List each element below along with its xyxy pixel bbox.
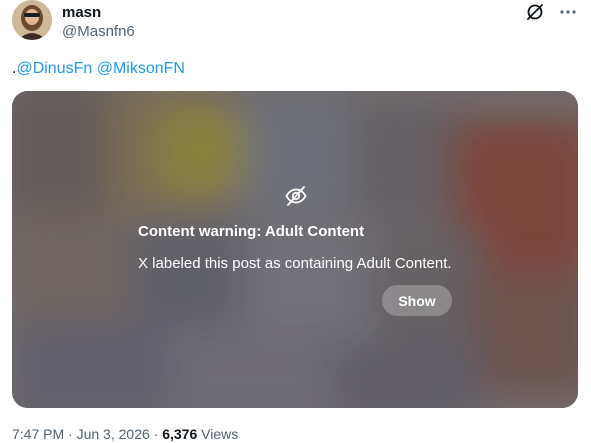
- content-warning-title: Content warning: Adult Content: [138, 223, 365, 240]
- eye-slash-icon: [284, 184, 308, 208]
- mention-link[interactable]: @MiksonFN: [97, 60, 185, 77]
- author-handle[interactable]: @Masnfn6: [62, 23, 135, 40]
- meta-separator: ·: [149, 426, 163, 442]
- sensitive-media[interactable]: Content warning: Adult Content X labeled…: [12, 91, 578, 408]
- mention-link[interactable]: @DinusFn: [16, 60, 92, 77]
- views-label: Views: [197, 426, 239, 442]
- post-time[interactable]: 7:47 PM: [12, 426, 64, 442]
- post-date[interactable]: Jun 3, 2026: [77, 426, 150, 442]
- meta-separator: ·: [64, 426, 77, 442]
- post-actions: [525, 2, 577, 22]
- content-warning-text: X labeled this post as containing Adult …: [138, 255, 452, 272]
- post-meta: 7:47 PM · Jun 3, 2026 · 6,376 Views: [12, 426, 238, 442]
- show-button[interactable]: Show: [382, 285, 452, 316]
- avatar-image: [12, 0, 52, 40]
- post-text: .@DinusFn @MiksonFN: [12, 60, 185, 78]
- views-count[interactable]: 6,376: [162, 426, 197, 442]
- author-name[interactable]: masn: [62, 4, 101, 21]
- grok-slash-icon[interactable]: [525, 2, 545, 22]
- more-dots-icon[interactable]: [559, 3, 577, 21]
- media-overlay: [12, 91, 578, 408]
- avatar[interactable]: [12, 0, 52, 40]
